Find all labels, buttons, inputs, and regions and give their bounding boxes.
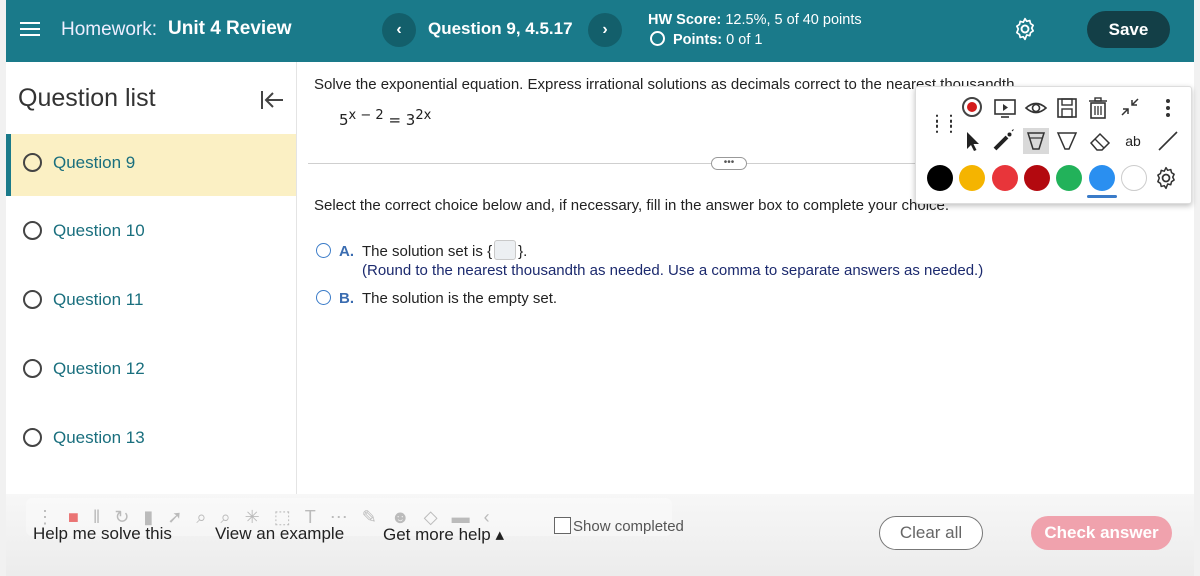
question-list-item-label: Question 10: [53, 221, 145, 240]
choice-a[interactable]: A. The solution set is {}.: [316, 240, 527, 260]
next-question-button[interactable]: ›: [588, 13, 622, 47]
color-swatch-green[interactable]: [1056, 165, 1082, 191]
highlighter-icon[interactable]: [1023, 128, 1049, 154]
play-screen-icon[interactable]: [992, 95, 1018, 121]
choice-a-hint: (Round to the nearest thousandth as need…: [362, 262, 984, 279]
trash-icon[interactable]: [1085, 95, 1111, 121]
color-swatch-red[interactable]: [992, 165, 1018, 191]
selected-color-indicator: [1087, 195, 1117, 198]
open-brace: {: [487, 243, 493, 260]
question-list-item-11[interactable]: Question 11: [6, 271, 296, 333]
question-list-item-9[interactable]: Question 9: [6, 134, 296, 196]
faded-camera-icon: ▬: [451, 507, 484, 527]
save-button[interactable]: Save: [1087, 11, 1170, 48]
equation-base-right: 3: [405, 111, 416, 129]
faded-edit-icon: ✎: [361, 507, 391, 527]
question-title: Question 9, 4.5.17: [428, 19, 573, 38]
question-status-ring-icon: [23, 290, 42, 309]
color-swatch-dark-red[interactable]: [1024, 165, 1050, 191]
faded-shape-icon: ◇: [423, 507, 452, 527]
save-disk-icon[interactable]: [1054, 95, 1080, 121]
view-example-button[interactable]: View an example: [215, 524, 344, 544]
choice-a-radio[interactable]: [316, 243, 331, 258]
show-completed-label: Show completed: [573, 518, 684, 535]
show-completed-toggle[interactable]: Show completed: [554, 517, 684, 535]
show-completed-checkbox[interactable]: [554, 517, 571, 534]
check-answer-button[interactable]: Check answer: [1031, 516, 1172, 550]
points-value: 0 of 1: [726, 32, 763, 48]
bottom-bar: ⋮■‖↻▮➚⌕⌕✳⬚T⋯✎☻◇▬‹ Help me solve this Vie…: [6, 494, 1194, 576]
question-list-item-label: Question 13: [53, 428, 145, 447]
choice-b-text: The solution is the empty set.: [362, 290, 558, 307]
solution-answer-box[interactable]: [494, 240, 517, 260]
record-icon[interactable]: [962, 97, 982, 117]
color-swatch-white[interactable]: [1121, 165, 1147, 191]
laser-pen-icon[interactable]: [990, 128, 1016, 154]
faded-emoji-icon: ☻: [390, 507, 424, 527]
hw-score-label: HW Score:: [648, 12, 722, 28]
toolbar-settings-gear-icon[interactable]: [1153, 165, 1179, 191]
color-swatch-blue[interactable]: [1089, 165, 1115, 191]
choice-instructions: Select the correct choice below and, if …: [314, 197, 950, 214]
score-panel: HW Score: 12.5%, 5 of 40 points Points: …: [648, 10, 862, 50]
get-more-help-button[interactable]: Get more help ▴: [383, 525, 504, 545]
shrink-icon[interactable]: [1118, 95, 1144, 121]
equation-equals: =: [383, 111, 406, 129]
collapse-sidebar-icon[interactable]: [258, 86, 286, 114]
question-list-item-10[interactable]: Question 10: [6, 202, 296, 264]
divider-resize-handle[interactable]: •••: [711, 157, 747, 170]
equation: 5x − 2 = 32x: [339, 108, 431, 129]
close-brace: }.: [518, 243, 528, 260]
more-vertical-icon[interactable]: [1155, 95, 1181, 121]
equation-exponent-right: 2x: [415, 108, 432, 123]
question-list-item-12[interactable]: Question 12: [6, 340, 296, 402]
question-list-item-13[interactable]: Question 13: [6, 409, 296, 471]
points-ring-icon: [650, 31, 665, 46]
previous-question-button[interactable]: ‹: [382, 13, 416, 47]
hamburger-menu-icon[interactable]: [20, 18, 40, 38]
equation-base-left: 5: [339, 111, 349, 129]
color-swatch-black[interactable]: [927, 165, 953, 191]
clear-all-button[interactable]: Clear all: [879, 516, 983, 550]
hw-score-value: 12.5%, 5 of 40 points: [725, 12, 862, 28]
points-label: Points:: [673, 32, 723, 48]
question-status-ring-icon: [23, 153, 42, 172]
equation-exponent-left: x − 2: [348, 108, 384, 123]
marker-icon[interactable]: [1054, 128, 1080, 154]
faded-collapse-icon: ‹: [483, 507, 504, 527]
drag-grip-icon[interactable]: ⋮⋮ ⋮⋮: [930, 113, 958, 137]
line-icon[interactable]: [1155, 128, 1181, 154]
settings-gear-icon[interactable]: [1012, 16, 1038, 42]
choice-b[interactable]: B. The solution is the empty set.: [316, 290, 557, 307]
choice-a-text: The solution set is: [362, 243, 483, 260]
color-swatch-yellow[interactable]: [959, 165, 985, 191]
question-list-item-label: Question 11: [53, 290, 144, 309]
homework-prefix: Homework:: [61, 19, 158, 40]
choice-a-letter: A.: [339, 243, 354, 260]
question-status-ring-icon: [23, 221, 42, 240]
choice-b-letter: B.: [339, 290, 354, 307]
question-status-ring-icon: [23, 359, 42, 378]
text-icon[interactable]: ab: [1118, 128, 1148, 154]
eye-icon[interactable]: [1023, 95, 1049, 121]
question-status-ring-icon: [23, 428, 42, 447]
top-bar: Homework: Unit 4 Review ‹ Question 9, 4.…: [6, 0, 1194, 62]
pointer-icon[interactable]: [959, 128, 985, 154]
eraser-icon[interactable]: [1087, 128, 1113, 154]
question-list-title: Question list: [18, 84, 156, 112]
question-prompt: Solve the exponential equation. Express …: [314, 76, 1019, 93]
choice-b-radio[interactable]: [316, 290, 331, 305]
homework-title: Unit 4 Review: [168, 18, 292, 39]
annotation-toolbar: ⋮⋮ ⋮⋮ ab: [915, 86, 1192, 204]
help-me-solve-button[interactable]: Help me solve this: [33, 524, 172, 544]
question-list-item-label: Question 9: [53, 153, 136, 172]
app-frame: Homework: Unit 4 Review ‹ Question 9, 4.…: [0, 0, 1200, 576]
question-list-item-label: Question 12: [53, 359, 145, 378]
